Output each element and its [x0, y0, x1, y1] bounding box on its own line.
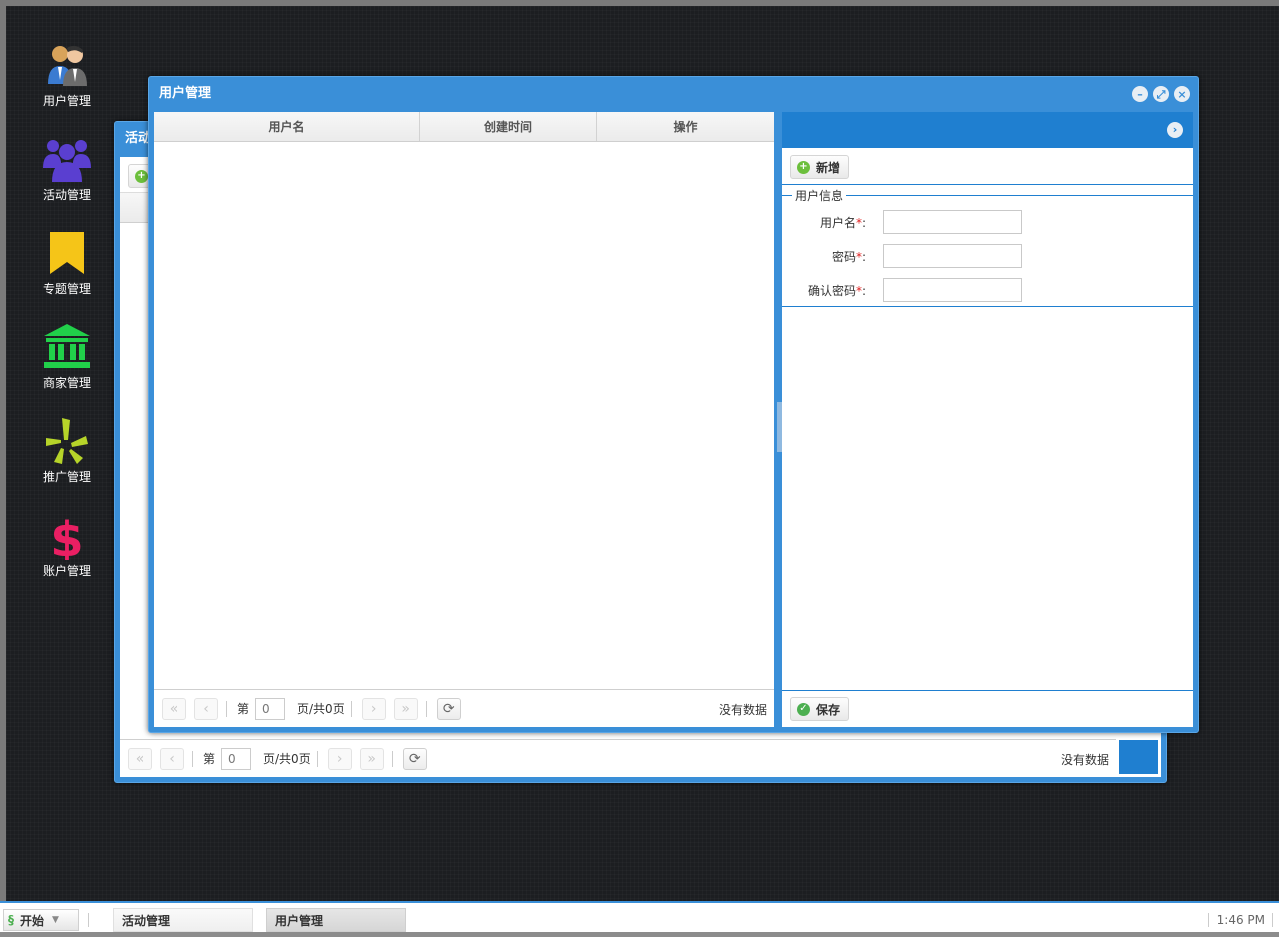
column-header-actions[interactable]: 操作	[597, 112, 774, 141]
column-header-created-time[interactable]: 创建时间	[420, 112, 597, 141]
page-number-input[interactable]	[255, 697, 286, 720]
prev-page-button[interactable]: ‹	[194, 697, 218, 720]
start-button[interactable]: § 开始 ▼	[3, 909, 79, 931]
username-input[interactable]	[883, 210, 1022, 234]
save-button[interactable]: ✓ 保存	[790, 697, 850, 721]
plus-icon: +	[797, 160, 810, 174]
window-title[interactable]: 用户管理	[149, 77, 1198, 111]
separator	[391, 750, 393, 767]
refresh-button[interactable]: ⟳	[436, 697, 461, 720]
grid-header: 用户名 创建时间 操作	[154, 112, 774, 142]
start-icon: §	[8, 913, 14, 927]
next-page-button[interactable]: ›	[361, 697, 386, 720]
pager-info: 没有数据	[718, 703, 767, 717]
user-form-panel: › + 新增 用户信息 用户名*: 密码*: 确认密码*: ✓ 保存	[782, 112, 1193, 727]
chevron-down-icon: ▼	[52, 915, 59, 925]
username-label: 用户名*:	[819, 216, 866, 230]
username-label-text: 用户名	[819, 216, 856, 230]
desktop-icon-activity-management[interactable]: 活动管理	[26, 134, 108, 203]
password-input[interactable]	[883, 244, 1022, 268]
collapse-icon[interactable]: ›	[1167, 122, 1183, 138]
desktop-icon-label: 推广管理	[42, 470, 91, 484]
confirm-password-label: 确认密码*:	[807, 284, 866, 298]
bank-icon	[44, 324, 90, 368]
panel-toolbar: + 新增	[782, 148, 1193, 185]
page-prefix: 第	[203, 752, 216, 766]
password-label: 密码*:	[831, 250, 866, 264]
password-label-text: 密码	[831, 250, 856, 264]
start-label: 开始	[20, 913, 45, 928]
user-management-window: 用户管理 – ⤢ × 用户名 创建时间 操作 « ‹ 第 页/共0页 › »	[148, 76, 1199, 733]
separator	[1272, 913, 1273, 927]
clock: 1:46 PM	[1216, 913, 1265, 927]
desktop-icon-label: 专题管理	[42, 282, 91, 296]
desktop-icon-promotion-management[interactable]: 推广管理	[26, 416, 108, 485]
separator	[425, 700, 427, 717]
desktop-icon-merchant-management[interactable]: 商家管理	[26, 322, 108, 391]
task-activity-management[interactable]: 活动管理	[113, 908, 253, 932]
yelp-burst-icon	[46, 418, 88, 464]
user-grid: 用户名 创建时间 操作 « ‹ 第 页/共0页 › » ⟳ 没有数据	[154, 112, 774, 727]
minimize-icon[interactable]: –	[1132, 86, 1148, 102]
last-page-button[interactable]: »	[393, 697, 418, 720]
bookmark-icon	[50, 232, 84, 274]
confirm-password-label-text: 确认密码	[807, 284, 856, 298]
add-button-label: 新增	[816, 160, 841, 175]
desktop-icon-account-management[interactable]: $ 账户管理	[26, 510, 108, 579]
desktop-icon-label: 活动管理	[42, 188, 91, 202]
desktop-icon-label: 账户管理	[42, 564, 91, 578]
svg-text:$: $	[50, 512, 83, 560]
plus-icon: +	[135, 169, 148, 183]
separator	[88, 913, 89, 927]
form-row-password: 密码*:	[782, 244, 1182, 268]
dollar-icon: $	[50, 512, 83, 560]
first-page-button[interactable]: «	[128, 747, 152, 770]
page-suffix: 页/共0页	[263, 752, 311, 766]
panel-footer: ✓ 保存	[782, 690, 1193, 727]
desktop-icon-user-management[interactable]: 用户管理	[26, 40, 108, 109]
side-panel-collapsed[interactable]	[1116, 737, 1161, 777]
form-row-confirm-password: 确认密码*:	[782, 278, 1182, 302]
next-page-button[interactable]: ›	[327, 747, 352, 770]
task-user-management[interactable]: 用户管理	[266, 908, 406, 932]
separator	[192, 750, 193, 767]
close-icon[interactable]: ×	[1174, 86, 1190, 102]
user-info-fieldset: 用户信息 用户名*: 密码*: 确认密码*:	[782, 185, 1193, 307]
separator	[316, 750, 318, 767]
pager-info: 没有数据	[1060, 753, 1109, 767]
pager: « ‹ 第 页/共0页 › » ⟳ 没有数据	[120, 739, 1116, 777]
fieldset-legend: 用户信息	[792, 187, 847, 204]
page-number-input[interactable]	[221, 747, 252, 770]
column-header-username[interactable]: 用户名	[154, 112, 420, 141]
add-button[interactable]: + 新增	[790, 155, 850, 179]
desktop: 用户管理 活动管理 专题管理 商家管理 推广管理 $ 账户管理 活动 + « ‹…	[0, 0, 1279, 904]
confirm-password-input[interactable]	[883, 278, 1022, 302]
separator	[1208, 913, 1209, 927]
panel-header: ›	[782, 112, 1193, 148]
last-page-button[interactable]: »	[359, 747, 384, 770]
prev-page-button[interactable]: ‹	[160, 747, 184, 770]
taskbar: § 开始 ▼ 活动管理 用户管理 1:46 PM	[0, 901, 1279, 937]
group-icon	[43, 140, 91, 182]
refresh-button[interactable]: ⟳	[402, 747, 427, 770]
form-row-username: 用户名*:	[782, 210, 1182, 234]
first-page-button[interactable]: «	[162, 697, 186, 720]
desktop-icon-label: 用户管理	[42, 94, 91, 108]
page-prefix: 第	[237, 702, 250, 716]
separator	[350, 700, 352, 717]
page-suffix: 页/共0页	[297, 702, 345, 716]
window-tools: – ⤢ ×	[1132, 86, 1190, 102]
users-icon	[48, 45, 87, 86]
check-icon: ✓	[797, 702, 810, 716]
maximize-icon[interactable]: ⤢	[1153, 86, 1169, 102]
pager: « ‹ 第 页/共0页 › » ⟳ 没有数据	[154, 689, 774, 727]
desktop-icon-label: 商家管理	[42, 376, 91, 390]
desktop-icon-topic-management[interactable]: 专题管理	[26, 228, 108, 297]
save-button-label: 保存	[816, 702, 841, 717]
separator	[226, 700, 227, 717]
taskbar-bottom-edge	[0, 932, 1279, 937]
